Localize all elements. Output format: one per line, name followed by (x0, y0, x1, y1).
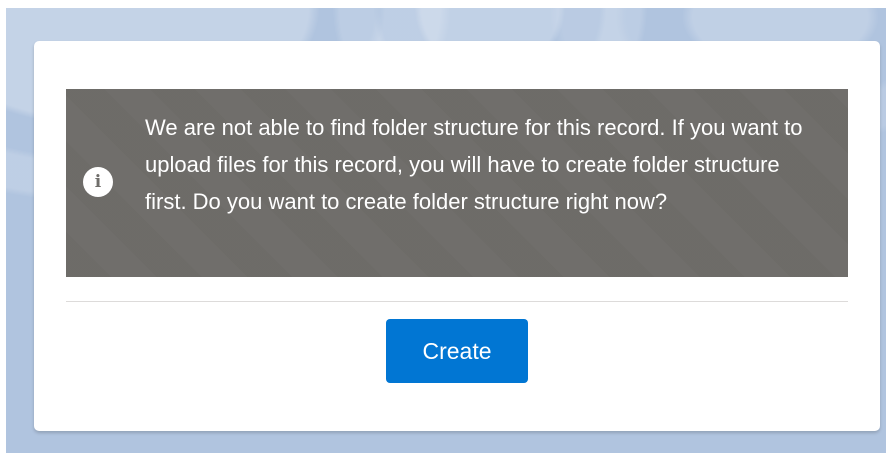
create-button[interactable]: Create (386, 319, 528, 383)
info-icon: i (83, 167, 113, 197)
divider (66, 301, 848, 302)
info-alert: i We are not able to find folder structu… (66, 89, 848, 277)
alert-message: We are not able to find folder structure… (145, 115, 803, 214)
page-background: i We are not able to find folder structu… (6, 8, 886, 453)
modal-card: i We are not able to find folder structu… (34, 41, 880, 431)
info-icon-glyph: i (94, 171, 102, 192)
